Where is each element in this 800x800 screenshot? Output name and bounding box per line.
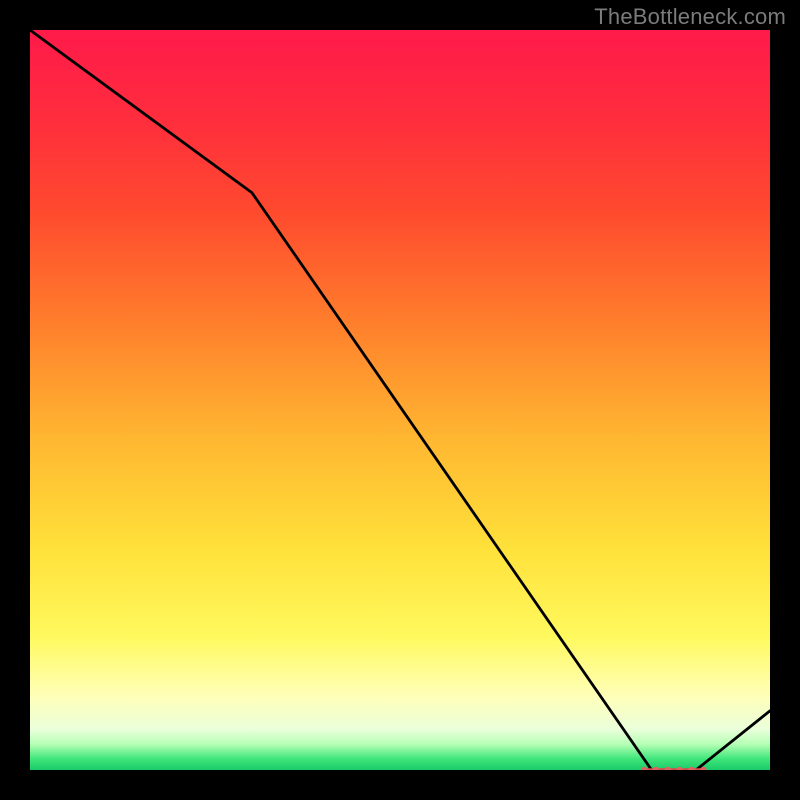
gradient-background [30, 30, 770, 770]
chart-canvas: TheBottleneck.com [0, 0, 800, 800]
watermark-text: TheBottleneck.com [594, 4, 786, 30]
plot-svg [30, 30, 770, 770]
plot-area [30, 30, 770, 770]
